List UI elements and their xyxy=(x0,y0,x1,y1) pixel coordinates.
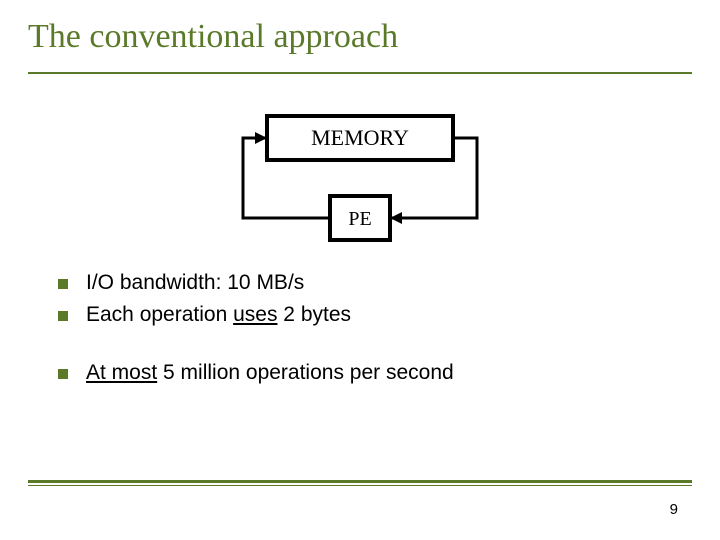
memory-pe-diagram: MEMORY PE xyxy=(215,88,505,248)
diagram-container: MEMORY PE xyxy=(28,88,692,253)
memory-box-label: MEMORY xyxy=(311,125,409,150)
bullet-icon xyxy=(58,279,68,289)
footer-rule xyxy=(28,480,692,486)
bullet-icon xyxy=(58,369,68,379)
title-underline xyxy=(28,72,692,74)
bullet-list: I/O bandwidth: 10 MB/s Each operation us… xyxy=(58,271,692,385)
slide: The conventional approach MEMORY PE I/O … xyxy=(0,0,720,540)
bullet-icon xyxy=(58,311,68,321)
slide-title: The conventional approach xyxy=(28,18,692,66)
bullet-text-3: At most 5 million operations per second xyxy=(86,361,454,385)
bullet-text-2: Each operation uses 2 bytes xyxy=(86,303,351,327)
page-number: 9 xyxy=(670,501,678,518)
pe-box-label: PE xyxy=(348,208,371,230)
bullet-item-3: At most 5 million operations per second xyxy=(58,361,692,385)
bullet-text-1: I/O bandwidth: 10 MB/s xyxy=(86,271,304,295)
bullet-item-2: Each operation uses 2 bytes xyxy=(58,303,692,327)
bullet-item-1: I/O bandwidth: 10 MB/s xyxy=(58,271,692,295)
